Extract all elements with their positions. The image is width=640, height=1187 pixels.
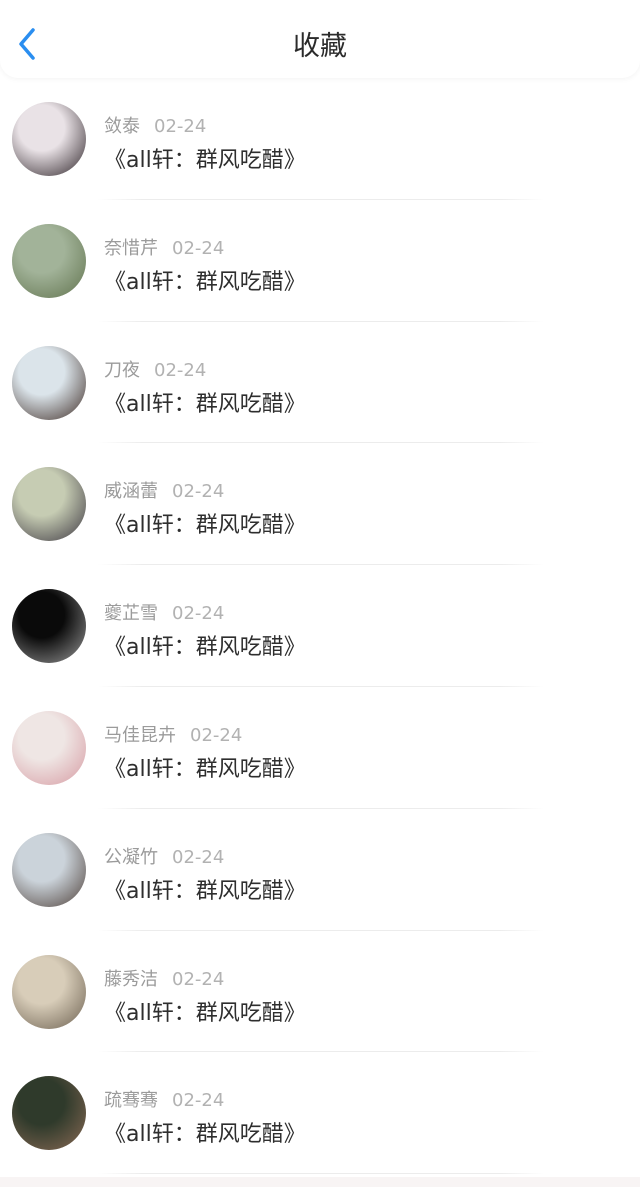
item-meta: 马佳昆卉 02-24 [104,721,242,747]
avatar[interactable] [12,832,86,907]
author-name: 马佳昆卉 [104,724,176,746]
item-meta: 威涵蕾 02-24 [104,477,224,503]
avatar[interactable] [12,710,86,785]
item-title: 《all轩：群风吃醋》 [104,756,306,782]
item-meta: 刀夜 02-24 [104,356,206,382]
page-title: 收藏 [293,31,347,62]
list-item[interactable]: 马佳昆卉 02-24 《all轩：群风吃醋》 [0,687,640,809]
favorites-list: 敛泰 02-24 《all轩：群风吃醋》 奈惜芹 02-24 《all轩：群风吃醋》… [0,78,640,1175]
avatar[interactable] [12,467,86,542]
author-name: 敛泰 [104,116,140,137]
list-item[interactable]: 刀夜 02-24 《all轩：群风吃醋》 [0,322,640,444]
item-title: 《all轩：群风吃醋》 [104,1000,306,1026]
item-date: 02-24 [172,1090,225,1112]
avatar[interactable] [12,1076,86,1151]
bottom-edge [0,1177,640,1187]
author-name: 威涵蕾 [104,481,158,503]
navigation-bar: 收藏 [0,0,640,78]
item-date: 02-24 [190,724,243,746]
item-date: 02-24 [172,481,225,503]
author-name: 刀夜 [104,359,140,381]
item-meta: 疏骞骞 02-24 [104,1086,224,1112]
list-item[interactable]: 奈惜芹 02-24 《all轩：群风吃醋》 [0,200,640,322]
list-item[interactable]: 疏骞骞 02-24 《all轩：群风吃醋》 [0,1052,640,1175]
item-title: 《all轩：群风吃醋》 [104,269,306,295]
avatar[interactable] [12,589,86,664]
item-title: 《all轩：群风吃醋》 [104,878,306,904]
item-date: 02-24 [154,116,207,137]
item-date: 02-24 [172,237,225,259]
item-date: 02-24 [172,846,225,868]
avatar[interactable] [12,102,86,176]
item-title: 《all轩：群风吃醋》 [104,513,306,539]
avatar[interactable] [12,223,86,298]
item-meta: 藤秀洁 02-24 [104,965,224,991]
list-item[interactable]: 夔芷雪 02-24 《all轩：群风吃醋》 [0,565,640,687]
item-meta: 奈惜芹 02-24 [104,234,224,260]
list-item[interactable]: 公凝竹 02-24 《all轩：群风吃醋》 [0,809,640,931]
item-title: 《all轩：群风吃醋》 [104,635,306,661]
item-meta: 夔芷雪 02-24 [104,599,224,625]
item-date: 02-24 [154,359,207,381]
list-item[interactable]: 敛泰 02-24 《all轩：群风吃醋》 [0,78,640,200]
avatar[interactable] [12,954,86,1029]
author-name: 夔芷雪 [104,603,158,625]
divider [98,1173,544,1175]
author-name: 公凝竹 [104,846,158,868]
item-date: 02-24 [172,603,225,625]
list-item[interactable]: 威涵蕾 02-24 《all轩：群风吃醋》 [0,443,640,566]
avatar[interactable] [12,345,86,420]
author-name: 奈惜芹 [104,237,158,259]
item-meta: 敛泰 02-24 [104,112,206,138]
author-name: 疏骞骞 [104,1090,158,1112]
author-name: 藤秀洁 [104,968,158,990]
item-title: 《all轩：群风吃醋》 [104,391,306,417]
list-item[interactable]: 藤秀洁 02-24 《all轩：群风吃醋》 [0,931,640,1053]
item-meta: 公凝竹 02-24 [104,843,224,869]
item-title: 《all轩：群风吃醋》 [104,148,306,173]
item-title: 《all轩：群风吃醋》 [104,1122,306,1148]
item-date: 02-24 [172,968,225,990]
